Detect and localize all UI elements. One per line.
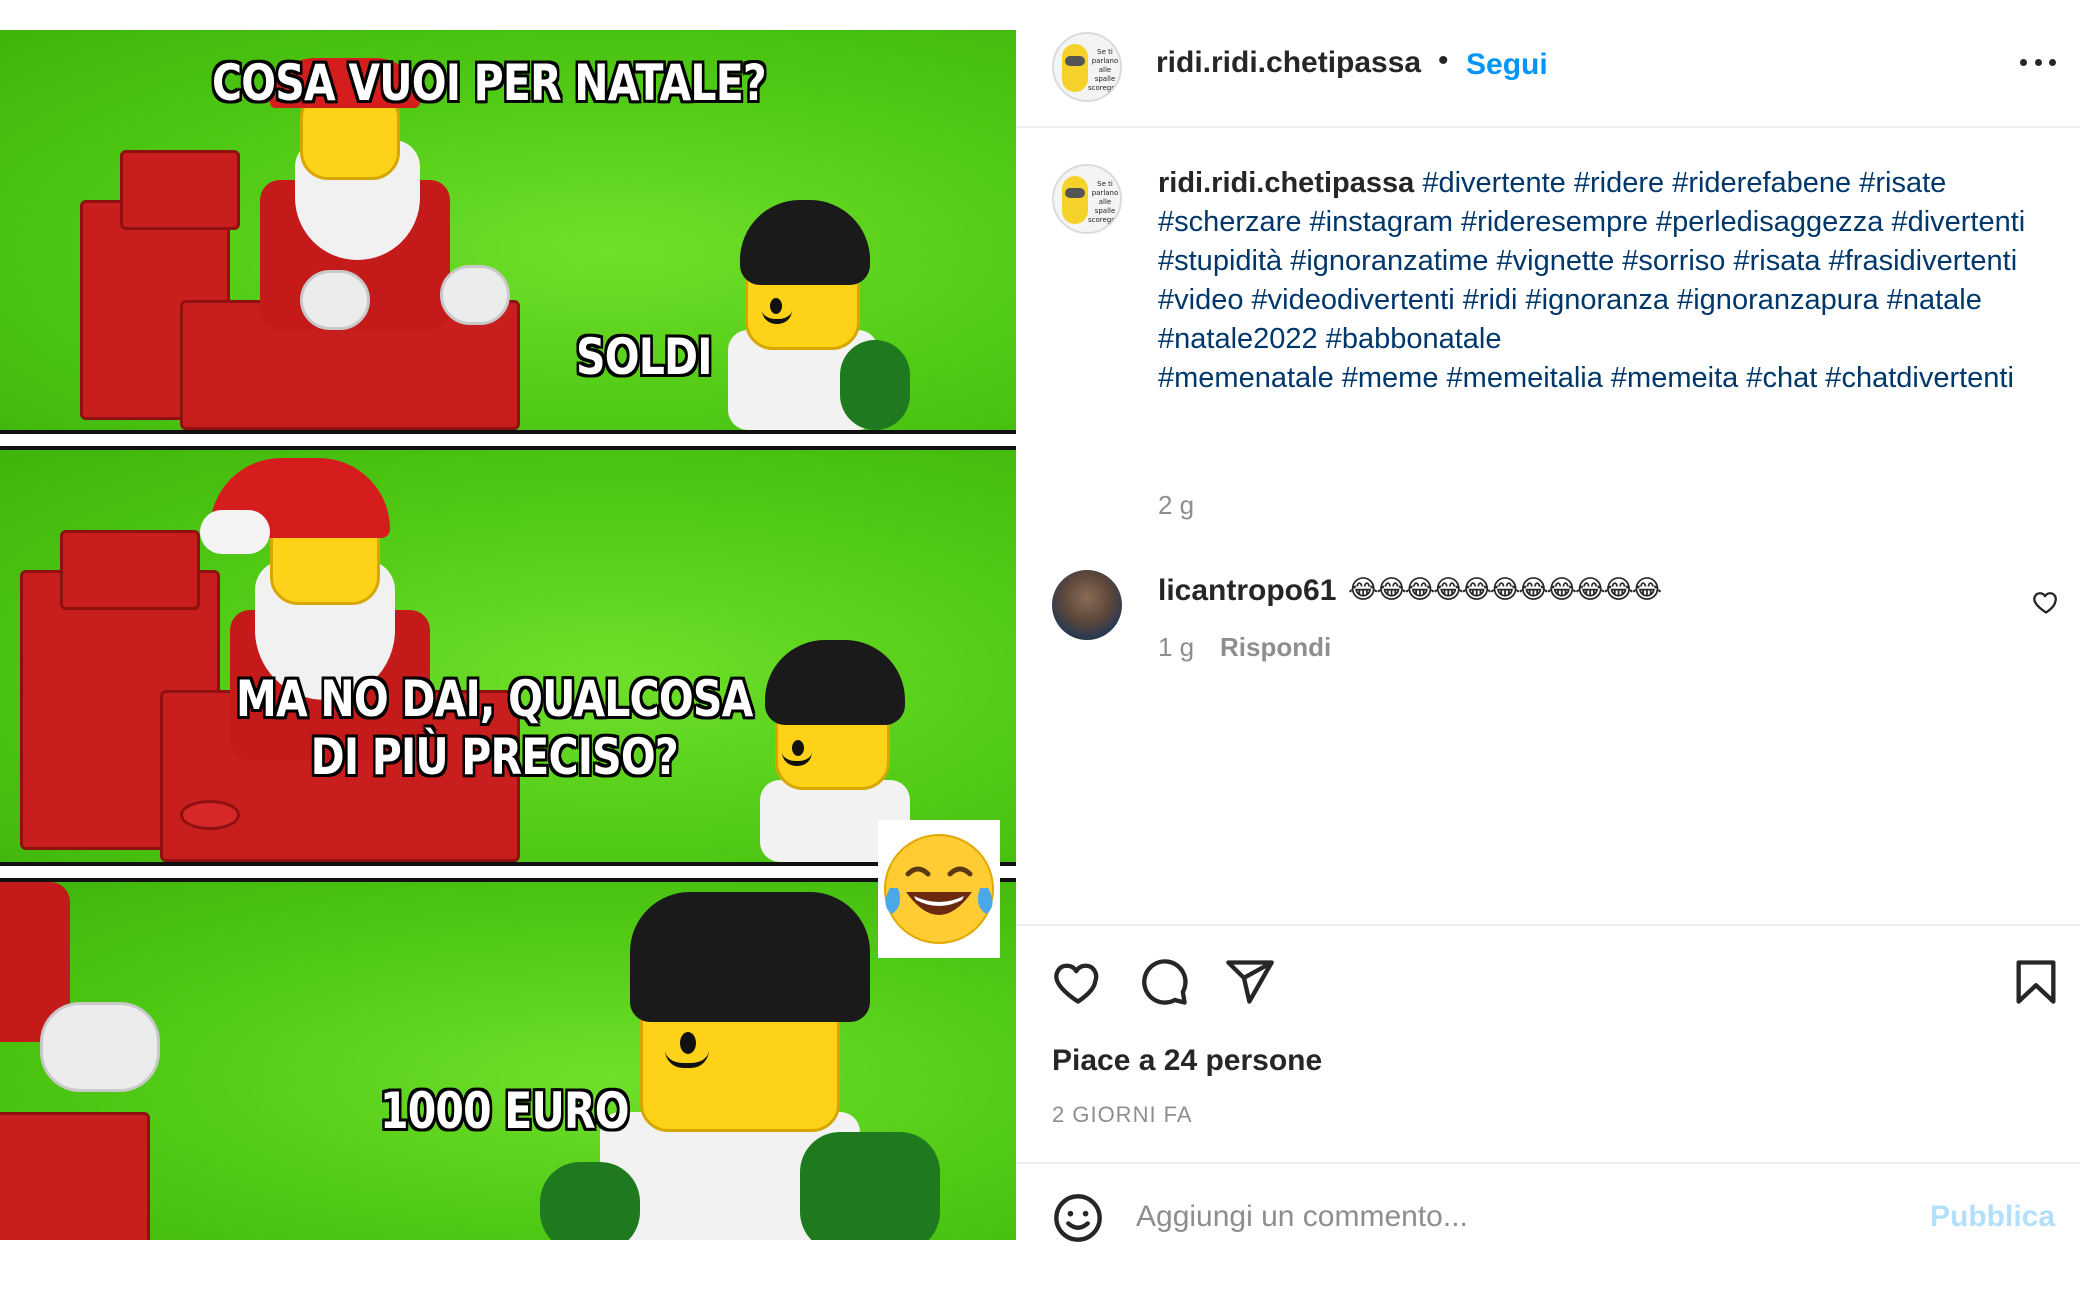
caption-username[interactable]: ridi.ridi.chetipassa	[1158, 167, 1414, 199]
heart-icon[interactable]	[1052, 956, 1104, 1008]
panel-divider	[0, 430, 1016, 450]
lego-brick	[60, 530, 200, 610]
reply-button[interactable]: Rispondi	[1220, 632, 1331, 663]
more-dot-icon	[2020, 58, 2027, 66]
meme-caption-followup: MA NO DAI, QUALCOSA DI PIÙ PRECISO?	[236, 670, 753, 786]
meme-caption-punchline: 1000 EURO	[380, 1082, 630, 1140]
caption-author-avatar[interactable]: Se ti parlano alle spalle scoreggia!	[1052, 164, 1122, 234]
post-image[interactable]: COSA VUOI PER NATALE? SOLDI MA NO DAI, Q…	[0, 30, 1016, 1240]
caption-timestamp[interactable]: 2 g	[1158, 490, 1194, 521]
comment-text: 😂😂😂😂😂😂😂😂😂😂😂	[1348, 574, 1662, 604]
more-dot-icon	[2049, 58, 2056, 66]
boy-arm	[840, 340, 910, 430]
author-username[interactable]: ridi.ridi.chetipassa	[1156, 46, 1421, 80]
post-actions: Piace a 24 persone 2 GIORNI FA	[1016, 924, 2080, 1164]
boy-hair	[630, 892, 870, 1022]
minion-icon	[1062, 44, 1088, 92]
avatar-caption: Se ti parlano alle spalle scoreggia!	[1088, 180, 1122, 224]
follow-button[interactable]: Segui	[1466, 48, 1548, 82]
lego-stud	[180, 800, 240, 830]
avatar-caption: Se ti parlano alle spalle scoreggia!	[1088, 48, 1122, 92]
comment-item: licantropo61 😂😂😂😂😂😂😂😂😂😂😂 1 g Rispondi	[1016, 570, 2080, 680]
meme-caption-question: COSA VUOI PER NATALE?	[212, 54, 767, 112]
caption-text: ridi.ridi.chetipassa #divertente #ridere…	[1158, 164, 2058, 398]
post-header: Se ti parlano alle spalle scoreggia! rid…	[1016, 22, 2080, 128]
separator-dot: •	[1438, 44, 1449, 77]
boy-arm	[540, 1162, 640, 1240]
laughing-tears-icon	[884, 834, 994, 944]
bookmark-icon[interactable]	[2010, 956, 2062, 1008]
more-options-button[interactable]	[2016, 42, 2060, 82]
likes-count[interactable]: Piace a 24 persone	[1052, 1044, 1322, 1078]
panel-divider	[0, 862, 1016, 882]
meme-panel-2: MA NO DAI, QUALCOSA DI PIÙ PRECISO?	[0, 450, 1016, 862]
post-sidebar: Se ti parlano alle spalle scoreggia! rid…	[1016, 0, 2080, 1302]
add-comment-bar: Pubblica	[1016, 1166, 2080, 1276]
emoji-icon[interactable]	[1052, 1192, 1104, 1244]
boy-hair	[765, 640, 905, 725]
post-date: 2 GIORNI FA	[1052, 1102, 1193, 1127]
author-avatar[interactable]: Se ti parlano alle spalle scoreggia!	[1052, 32, 1122, 102]
santa-hand	[40, 1002, 160, 1092]
meme-panel-3: 1000 EURO	[0, 882, 1016, 1240]
comment-timestamp[interactable]: 1 g	[1158, 632, 1194, 663]
commenter-avatar[interactable]	[1052, 570, 1122, 640]
lego-brick	[0, 1112, 150, 1240]
more-dot-icon	[2034, 58, 2042, 66]
laugh-emoji-overlay	[878, 820, 1000, 958]
meme-caption-answer: SOLDI	[576, 328, 713, 386]
publish-button[interactable]: Pubblica	[1930, 1200, 2055, 1234]
lego-brick	[120, 150, 240, 230]
comment-heart-icon[interactable]	[2032, 588, 2060, 616]
meme-panel-1: COSA VUOI PER NATALE? SOLDI	[0, 30, 1016, 430]
santa-hat-pompom	[200, 510, 270, 554]
caption-hashtags-2[interactable]: #memenatale #meme #memeitalia #memeita #…	[1158, 362, 2014, 394]
comment-input[interactable]	[1136, 1186, 1916, 1248]
santa-hand	[300, 270, 370, 330]
comment-icon[interactable]	[1138, 956, 1190, 1008]
boy-hair	[740, 200, 870, 285]
commenter-username[interactable]: licantropo61	[1158, 574, 1336, 608]
santa-hand	[440, 265, 510, 325]
boy-arm	[800, 1132, 940, 1240]
share-icon[interactable]	[1224, 956, 1276, 1008]
minion-icon	[1062, 176, 1088, 224]
